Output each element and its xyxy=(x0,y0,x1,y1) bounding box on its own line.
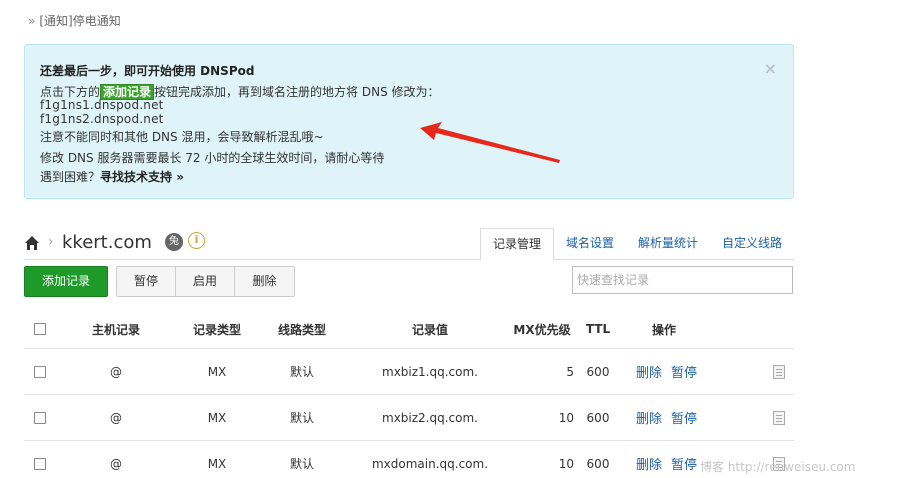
alert-warning: 注意不能同时和其他 DNS 混用，会导致解析混乱哦~ xyxy=(40,130,324,144)
row-type: MX xyxy=(207,364,227,379)
row-pause-link[interactable]: 暂停 xyxy=(671,454,697,473)
header-ttl: TTL xyxy=(585,322,611,336)
close-icon[interactable]: × xyxy=(764,59,777,78)
raquo-icon: » xyxy=(28,14,36,28)
notice-link[interactable]: » [通知]停电通知 xyxy=(28,12,121,29)
header-value: 记录值 xyxy=(411,322,448,337)
record-toolbar: 添加记录 暂停 启用 删除 xyxy=(24,266,794,298)
row-ttl: 600 xyxy=(586,410,610,425)
header-line: 线路类型 xyxy=(277,322,326,337)
row-checkbox[interactable] xyxy=(34,411,46,424)
table-header: 主机记录 记录类型 线路类型 记录值 MX优先级 TTL 操作 xyxy=(24,310,794,348)
row-host: @ xyxy=(110,456,122,471)
row-line: 默认 xyxy=(289,411,314,425)
row-delete-link[interactable]: 删除 xyxy=(636,408,662,427)
row-type: MX xyxy=(207,456,227,471)
row-mx: 5 xyxy=(566,364,574,379)
row-line: 默认 xyxy=(289,457,314,471)
row-checkbox[interactable] xyxy=(34,365,46,378)
row-ttl: 600 xyxy=(586,456,610,471)
row-select-cell xyxy=(28,395,52,440)
instruction-suffix: 按钮完成添加，再到域名注册的地方将 DNS 修改为： xyxy=(154,85,440,99)
enable-button[interactable]: 启用 xyxy=(176,267,235,296)
record-search-input[interactable] xyxy=(572,266,793,294)
rabbit-icon[interactable]: 兔 xyxy=(165,233,183,251)
row-checkbox[interactable] xyxy=(34,457,46,470)
tab-records[interactable]: 记录管理 xyxy=(479,228,554,261)
notice-link-text[interactable]: [通知]停电通知 xyxy=(39,14,120,28)
chevron-right-icon: › xyxy=(48,234,54,250)
row-actions: 删除 暂停 xyxy=(636,395,726,440)
row-host: @ xyxy=(110,364,122,379)
header-type: 记录类型 xyxy=(192,322,241,337)
table-row: @ MX 默认 mxdomain.qq.com. 10 600 删除 暂停 xyxy=(24,440,794,478)
records-table: 主机记录 记录类型 线路类型 记录值 MX优先级 TTL 操作 @ MX 默认 … xyxy=(24,310,794,478)
alert-help: 遇到困难？寻找技术支持 » xyxy=(40,168,184,185)
row-value: mxbiz1.qq.com. xyxy=(382,364,478,379)
header-host: 主机记录 xyxy=(91,322,140,337)
row-note-cell xyxy=(768,349,790,394)
row-pause-link[interactable]: 暂停 xyxy=(671,408,697,427)
row-value: mxbiz2.qq.com. xyxy=(382,410,478,425)
alert-propagation: 修改 DNS 服务器需要最长 72 小时的全球生效时间，请耐心等待 xyxy=(40,151,385,165)
help-prefix: 遇到困难？ xyxy=(40,170,101,184)
row-line: 默认 xyxy=(289,365,314,379)
header-op: 操作 xyxy=(651,322,676,337)
home-icon[interactable] xyxy=(24,235,40,251)
row-delete-link[interactable]: 删除 xyxy=(636,454,662,473)
select-all-checkbox[interactable] xyxy=(34,323,46,335)
info-icon[interactable]: i xyxy=(188,232,205,249)
row-delete-link[interactable]: 删除 xyxy=(636,362,662,381)
note-icon[interactable] xyxy=(773,410,785,425)
row-ttl: 600 xyxy=(586,364,610,379)
row-actions: 删除 暂停 xyxy=(636,349,726,394)
setup-alert: × 还差最后一步，即可开始使用 DNSPod 点击下方的 添加记录 按钮完成添加，再… xyxy=(24,44,794,199)
table-row: @ MX 默认 mxbiz2.qq.com. 10 600 删除 暂停 xyxy=(24,394,794,440)
row-mx: 10 xyxy=(558,456,574,471)
row-host: @ xyxy=(110,410,122,425)
tab-custom-lines[interactable]: 自定义线路 xyxy=(710,228,794,260)
header-mx: MX优先级 xyxy=(513,322,571,337)
red-arrow-annotation xyxy=(420,122,560,163)
row-select-cell xyxy=(28,349,52,394)
row-mx: 10 xyxy=(558,410,574,425)
alert-title: 还差最后一步，即可开始使用 DNSPod xyxy=(40,64,255,78)
row-pause-link[interactable]: 暂停 xyxy=(671,362,697,381)
domain-tabs: 记录管理 域名设置 解析量统计 自定义线路 xyxy=(479,228,794,261)
row-note-cell xyxy=(768,395,790,440)
row-select-cell xyxy=(28,441,52,478)
nameserver-2: f1g1ns2.dnspod.net xyxy=(40,112,164,126)
instruction-prefix: 点击下方的 xyxy=(40,85,101,99)
table-row: @ MX 默认 mxbiz1.qq.com. 5 600 删除 暂停 xyxy=(24,348,794,394)
tab-domain-settings[interactable]: 域名设置 xyxy=(554,228,626,260)
watermark: 博客 http://renweiseu.com xyxy=(700,460,856,474)
record-action-group: 暂停 启用 删除 xyxy=(116,266,295,297)
note-icon[interactable] xyxy=(773,364,785,379)
select-all-cell xyxy=(28,310,52,348)
row-type: MX xyxy=(207,410,227,425)
add-record-button[interactable]: 添加记录 xyxy=(24,266,108,297)
delete-button[interactable]: 删除 xyxy=(235,267,294,296)
tab-query-stats[interactable]: 解析量统计 xyxy=(626,228,710,260)
nameserver-1: f1g1ns1.dnspod.net xyxy=(40,98,164,112)
support-link[interactable]: 寻找技术支持 » xyxy=(100,170,184,184)
domain-name: kkert.com xyxy=(62,232,152,253)
domain-header: › kkert.com 兔 i 记录管理 域名设置 解析量统计 自定义线路 xyxy=(24,228,794,261)
row-value: mxdomain.qq.com. xyxy=(371,456,489,471)
pause-button[interactable]: 暂停 xyxy=(117,267,176,296)
